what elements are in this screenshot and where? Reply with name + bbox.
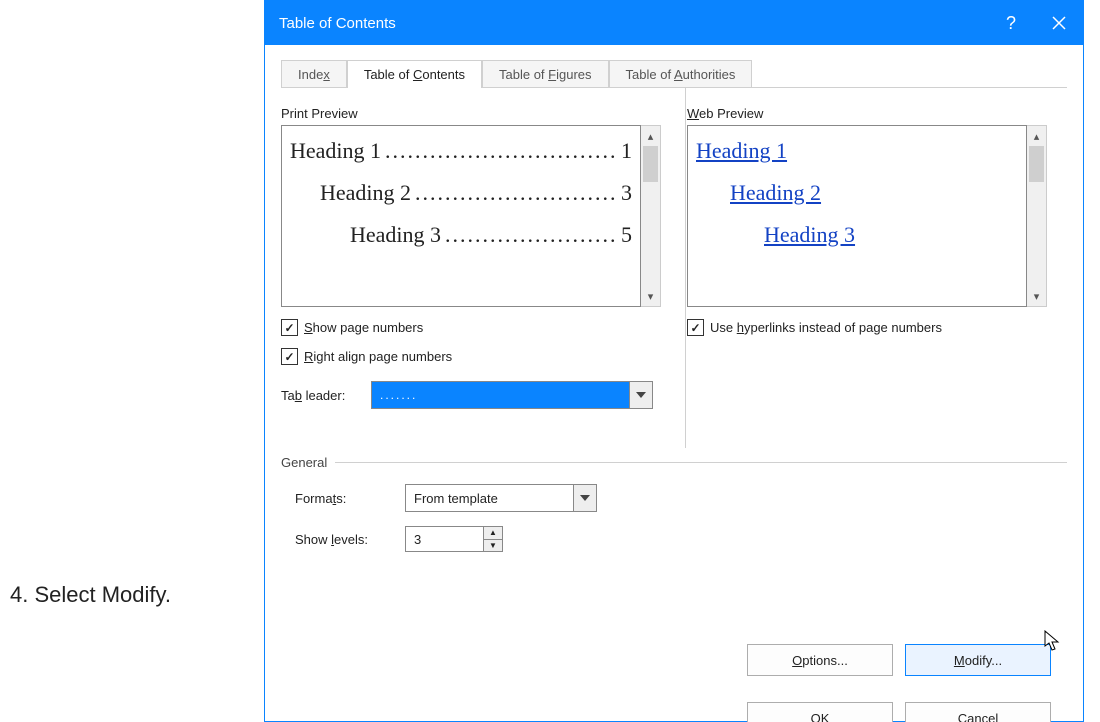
show-levels-label: Show levels: (295, 532, 405, 547)
scroll-track[interactable] (641, 182, 660, 286)
print-preview-scrollbar[interactable]: ▴ ▾ (641, 125, 661, 307)
tab-table-of-figures[interactable]: Table of Figures (482, 60, 609, 88)
general-title: General (281, 455, 1067, 470)
dropdown-button[interactable] (573, 485, 596, 511)
instruction-text: 4. Select Modify. (10, 582, 171, 608)
close-icon (1052, 16, 1066, 30)
web-preview-line: Heading 3 (696, 214, 1018, 256)
web-preview-line: Heading 1 (696, 130, 1018, 172)
leader-dots (411, 172, 621, 214)
cancel-button[interactable]: Cancel (905, 702, 1051, 722)
tab-index[interactable]: Index (281, 60, 347, 88)
web-preview-line: Heading 2 (696, 172, 1018, 214)
heading-hyperlink[interactable]: Heading 1 (696, 138, 787, 163)
checkbox-icon (281, 319, 298, 336)
print-preview-line: Heading 2 3 (290, 172, 632, 214)
options-button[interactable]: Options... (747, 644, 893, 676)
leader-dots (441, 214, 621, 256)
page-number: 1 (621, 130, 632, 172)
checkbox-label: Use hyperlinks instead of page numbers (710, 320, 942, 335)
heading-label: Heading 2 (320, 172, 411, 214)
heading-hyperlink[interactable]: Heading 3 (764, 222, 855, 247)
print-preview-box: Heading 1 1 Heading 2 3 Heading 3 5 (281, 125, 641, 307)
formats-select[interactable]: From template (405, 484, 597, 512)
print-preview-label: Print Preview (281, 106, 661, 121)
checkbox-label: Show page numbers (304, 320, 423, 335)
web-preview-scrollbar[interactable]: ▴ ▾ (1027, 125, 1047, 307)
tab-table-of-contents[interactable]: Table of Contents (347, 60, 482, 88)
scroll-track[interactable] (1027, 182, 1046, 286)
toc-dialog: Table of Contents ? IndexTable of Conten… (264, 0, 1084, 722)
chevron-down-icon (580, 495, 590, 501)
print-preview-line: Heading 3 5 (290, 214, 632, 256)
tab-leader-value: ....... (372, 382, 629, 408)
help-button[interactable]: ? (987, 1, 1035, 45)
use-hyperlinks-checkbox[interactable]: Use hyperlinks instead of page numbers (687, 319, 1047, 336)
dropdown-button[interactable] (629, 382, 652, 408)
page-number: 3 (621, 172, 632, 214)
checkbox-icon (687, 319, 704, 336)
show-page-numbers-checkbox[interactable]: Show page numbers (281, 319, 661, 336)
formats-value: From template (406, 485, 573, 511)
leader-dots (381, 130, 621, 172)
show-levels-spinner[interactable]: 3 ▲ ▼ (405, 526, 503, 552)
formats-label: Formats: (295, 491, 405, 506)
scroll-up-icon[interactable]: ▴ (641, 126, 660, 146)
tab-table-of-authorities[interactable]: Table of Authorities (609, 60, 753, 88)
spinner-down-button[interactable]: ▼ (484, 540, 502, 552)
scroll-thumb[interactable] (643, 146, 658, 182)
dialog-title: Table of Contents (279, 15, 396, 32)
titlebar: Table of Contents ? (265, 1, 1083, 45)
scroll-down-icon[interactable]: ▾ (641, 286, 660, 306)
dialog-body: IndexTable of ContentsTable of FiguresTa… (265, 45, 1083, 721)
tab-leader-select[interactable]: ....... (371, 381, 653, 409)
scroll-up-icon[interactable]: ▴ (1027, 126, 1046, 146)
chevron-down-icon (636, 392, 646, 398)
ok-cancel-row: OK Cancel (747, 702, 1051, 722)
spinner-up-button[interactable]: ▲ (484, 527, 502, 540)
print-preview-column: Print Preview Heading 11Heading 23Headin… (281, 106, 661, 409)
tab-content: Print Preview Heading 11Heading 23Headin… (281, 87, 1067, 722)
page-number: 5 (621, 214, 632, 256)
checkbox-label: Right align page numbers (304, 349, 452, 364)
heading-hyperlink[interactable]: Heading 2 (730, 180, 821, 205)
heading-label: Heading 3 (350, 214, 441, 256)
scroll-down-icon[interactable]: ▾ (1027, 286, 1046, 306)
web-preview-label: Web Preview (687, 106, 1047, 121)
ok-button[interactable]: OK (747, 702, 893, 722)
tab-leader-row: Tab leader: ....... (281, 381, 661, 409)
scroll-thumb[interactable] (1029, 146, 1044, 182)
web-preview-box: Heading 1 Heading 2 Heading 3 (687, 125, 1027, 307)
right-align-checkbox[interactable]: Right align page numbers (281, 348, 661, 365)
print-preview-line: Heading 1 1 (290, 130, 632, 172)
show-levels-value: 3 (406, 527, 483, 551)
general-section: General Formats: From template Show leve… (281, 455, 1067, 552)
close-button[interactable] (1035, 1, 1083, 45)
modify-button[interactable]: Modify... (905, 644, 1051, 676)
tabstrip: IndexTable of ContentsTable of FiguresTa… (281, 57, 1067, 87)
checkbox-icon (281, 348, 298, 365)
heading-label: Heading 1 (290, 130, 381, 172)
web-preview-column: Web Preview Heading 1Heading 2Heading 3 … (687, 106, 1047, 409)
options-modify-row: Options... Modify... (747, 644, 1051, 676)
preview-row: Print Preview Heading 11Heading 23Headin… (281, 106, 1067, 409)
tab-leader-label: Tab leader: (281, 388, 361, 403)
